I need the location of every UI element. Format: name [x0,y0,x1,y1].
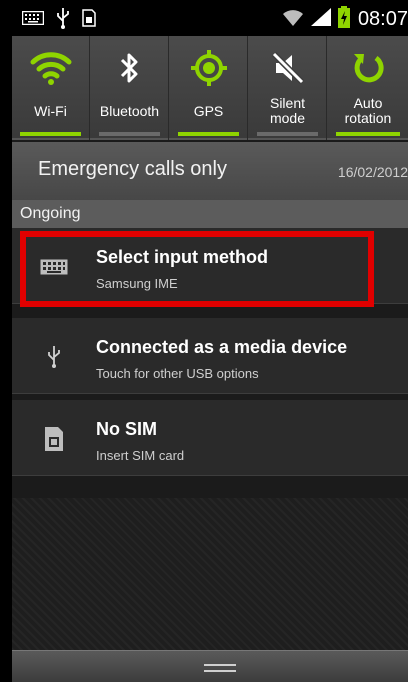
notification-subtitle: Samsung IME [96,276,178,291]
status-right-icons: 08:07 [282,6,408,33]
notification-subtitle: Touch for other USB options [96,366,259,381]
silent-mode-icon [249,48,326,88]
sim-card-icon [36,424,72,454]
empty-area [12,498,408,650]
notification-title: No SIM [96,419,157,439]
bluetooth-icon [91,48,168,88]
toggle-indicator [257,132,318,136]
quick-toggle-label: Wi-Fi [34,103,67,119]
keyboard-icon [36,252,72,282]
toggle-indicator [336,132,400,136]
notification-select-input-method[interactable]: Select input method Samsung IME [12,228,408,304]
toggle-indicator [178,132,239,136]
notification-title: Select input method [96,247,269,267]
quick-toggle-auto-rotation[interactable]: Auto rotation [328,36,408,140]
usb-icon [56,7,70,34]
wifi-icon [12,48,89,88]
battery-charging-icon [337,6,350,33]
quick-toggle-label: Silent mode [249,96,326,126]
quick-toggle-label-line: Auto [353,95,383,111]
keyboard-icon [21,10,45,30]
quick-toggle-label: GPS [193,103,224,119]
gps-icon [170,48,247,88]
date-text: 16/02/2012 [337,164,408,180]
status-left-icons [21,7,96,34]
status-time: 08:07 [357,8,408,30]
sim-icon [82,9,96,32]
toggle-indicator [99,132,160,136]
panel-drag-handle[interactable] [12,650,408,682]
toggle-indicator [20,132,81,136]
ongoing-header-label: Ongoing [20,205,81,222]
notification-no-sim[interactable]: No SIM Insert SIM card [12,400,408,476]
grip-icon [204,664,236,672]
quick-settings: Wi-Fi Bluetooth GPS Silent mode Auto rot… [12,36,408,140]
notification-title: Connected as a media device [96,337,348,357]
cell-signal-icon [310,7,332,32]
quick-toggle-bluetooth[interactable]: Bluetooth [91,36,169,140]
wifi-signal-icon [282,7,304,32]
auto-rotation-icon [328,48,408,88]
quick-toggle-silent-mode[interactable]: Silent mode [249,36,327,140]
ongoing-header: Ongoing [12,200,408,228]
quick-toggle-label: Auto rotation [328,96,408,126]
quick-toggle-label-line: Silent [269,95,306,111]
carrier-status-row: Emergency calls only 16/02/2012 [12,142,408,200]
quick-toggle-label-line: rotation [344,110,392,126]
status-bar: 08:07 [12,0,408,36]
quick-toggle-gps[interactable]: GPS [170,36,248,140]
quick-toggle-label: Bluetooth [99,103,160,119]
notification-subtitle: Insert SIM card [96,448,185,463]
usb-icon [36,342,72,372]
quick-toggle-label-line: mode [269,110,306,126]
quick-toggle-wifi[interactable]: Wi-Fi [12,36,90,140]
notification-panel: 08:07 Wi-Fi Bluetooth GPS Silent mode Au… [12,0,408,682]
emergency-calls-text: Emergency calls only [38,158,227,180]
notification-usb-media-device[interactable]: Connected as a media device Touch for ot… [12,318,408,394]
